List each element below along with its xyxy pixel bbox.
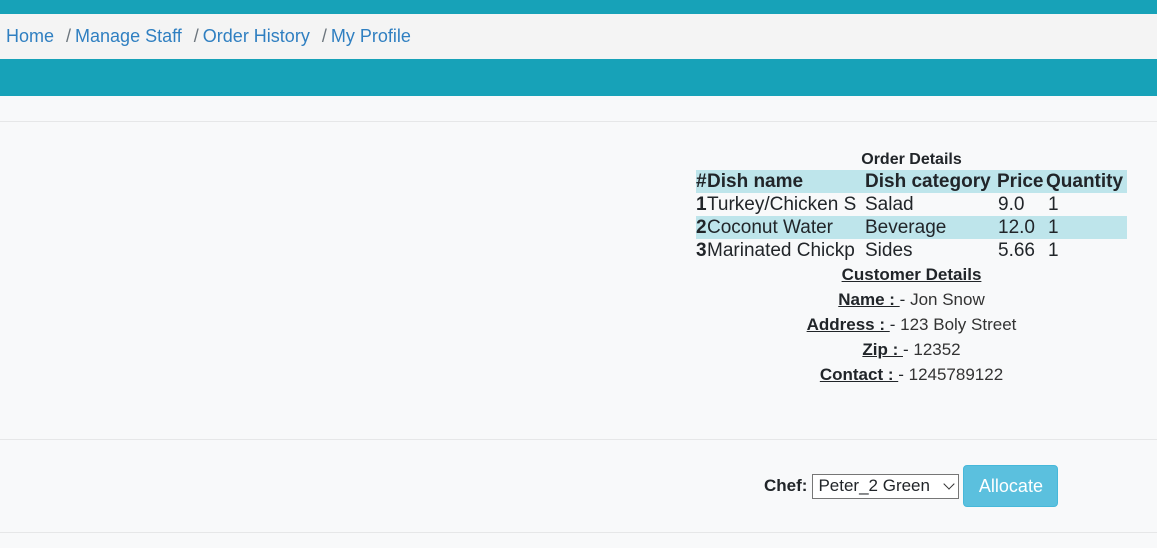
chef-select[interactable]: Peter_2 Green: [812, 473, 960, 499]
chevron-down-icon: [943, 478, 956, 490]
nav-separator: /: [321, 26, 327, 46]
customer-details-title: Customer Details: [841, 265, 982, 284]
divider: [0, 439, 1157, 440]
row-dish-category: Sides: [865, 240, 913, 261]
nav-separator: /: [66, 26, 72, 46]
order-panel: Order Details # Dish name Dish category …: [696, 150, 1127, 387]
row-dish-category: Salad: [865, 194, 914, 215]
table-row: 1 Turkey/Chicken S Salad 9.0 1: [696, 193, 1127, 216]
nav-link-manage-staff[interactable]: Manage Staff: [75, 26, 182, 47]
field-separator: -: [898, 365, 909, 384]
row-quantity: 1: [1048, 194, 1059, 215]
nav-bar: Home / Manage Staff / Order History / My…: [0, 14, 1157, 59]
header-dish-category: Dish category: [865, 171, 991, 192]
nav-link-my-profile[interactable]: My Profile: [331, 26, 411, 47]
row-price: 9.0: [998, 194, 1025, 215]
header-band: [0, 59, 1157, 96]
chef-selected-value: Peter_2 Green: [818, 476, 930, 495]
field-separator: -: [889, 315, 901, 334]
customer-zip-label: Zip :: [862, 340, 903, 359]
header-num: #: [696, 171, 707, 192]
customer-contact-row: Contact : - 1245789122: [696, 362, 1127, 387]
customer-address-label: Address :: [806, 315, 890, 334]
divider: [0, 121, 1157, 122]
customer-name-value: Jon Snow: [910, 290, 985, 309]
row-quantity: 1: [1048, 217, 1059, 238]
top-accent-bar: [0, 0, 1157, 14]
divider: [0, 532, 1157, 533]
row-dish-name: Coconut Water: [707, 217, 834, 238]
row-dish-name: Turkey/Chicken S: [707, 194, 857, 215]
row-quantity: 1: [1048, 240, 1059, 261]
order-details-title: Order Details: [861, 151, 962, 168]
allocate-form: Chef: Peter_2 Green Allocate: [764, 465, 1059, 507]
nav-link-home[interactable]: Home: [6, 26, 54, 47]
table-row: 2 Coconut Water Beverage 12.0 1: [696, 216, 1127, 239]
order-table-header: # Dish name Dish category Price Quantity: [696, 170, 1127, 193]
customer-name-label: Name :: [838, 290, 900, 309]
field-separator: -: [902, 340, 914, 359]
header-quantity: Quantity: [1046, 171, 1124, 192]
customer-contact-value: 1245789122: [908, 365, 1004, 384]
row-dish-category: Beverage: [865, 217, 947, 238]
row-num: 1: [696, 194, 707, 215]
order-table: # Dish name Dish category Price Quantity…: [696, 170, 1127, 262]
row-price: 12.0: [998, 217, 1035, 238]
nav-link-order-history[interactable]: Order History: [203, 26, 310, 47]
chef-label: Chef:: [764, 476, 808, 495]
nav-separator: /: [193, 26, 199, 46]
customer-contact-label: Contact :: [819, 365, 899, 384]
customer-zip-row: Zip : - 12352: [696, 337, 1127, 362]
field-separator: -: [899, 290, 911, 309]
row-dish-name: Marinated Chickp: [707, 240, 855, 261]
header-dish-name: Dish name: [707, 171, 804, 192]
customer-name-row: Name : - Jon Snow: [696, 287, 1127, 312]
table-row: 3 Marinated Chickp Sides 5.66 1: [696, 239, 1127, 262]
header-price: Price: [997, 171, 1044, 192]
allocate-button[interactable]: Allocate: [963, 465, 1059, 507]
customer-address-row: Address : - 123 Boly Street: [696, 312, 1127, 337]
row-price: 5.66: [998, 240, 1035, 261]
row-num: 2: [696, 217, 707, 238]
row-num: 3: [696, 240, 707, 261]
customer-zip-value: 12352: [913, 340, 961, 359]
customer-address-value: 123 Boly Street: [900, 315, 1017, 334]
